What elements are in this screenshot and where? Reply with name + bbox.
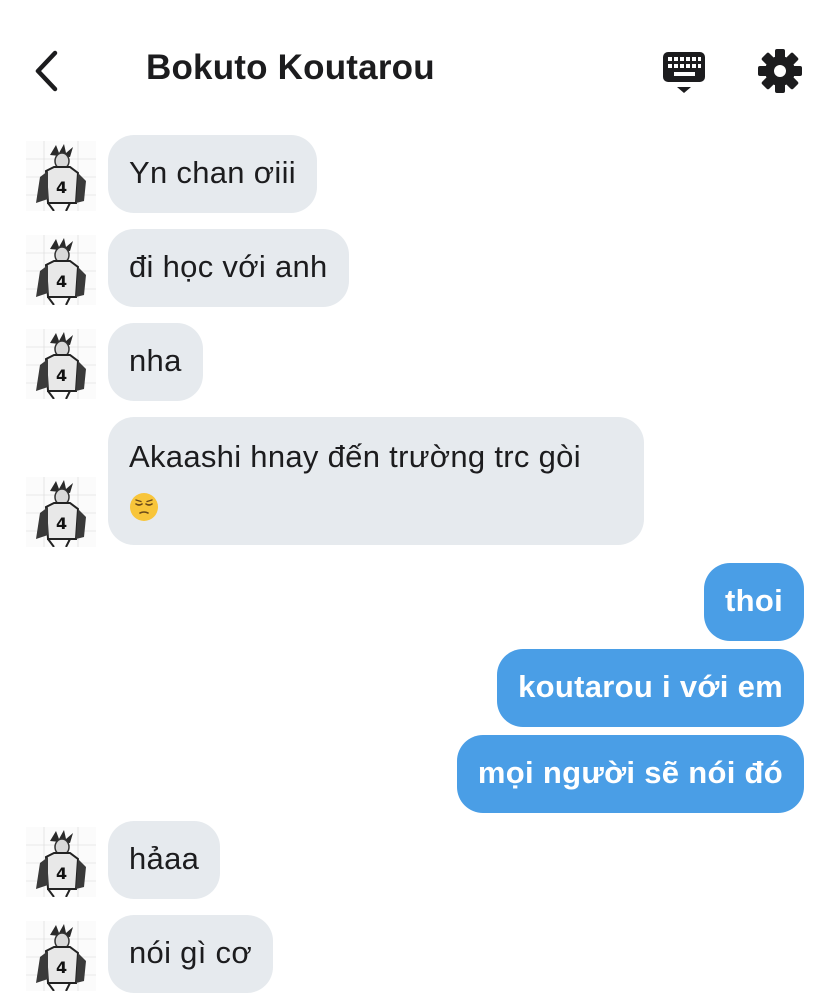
- keyboard-button[interactable]: [660, 48, 710, 96]
- avatar[interactable]: 4: [26, 329, 96, 399]
- pensive-face-emoji: [130, 492, 158, 521]
- message-bubble-incoming[interactable]: Akaashi hnay đến trường trc gòi: [108, 417, 644, 545]
- svg-text:4: 4: [56, 366, 67, 385]
- svg-text:4: 4: [56, 178, 67, 197]
- back-button[interactable]: [24, 46, 68, 96]
- avatar-image: 4: [26, 827, 96, 897]
- message-bubble-incoming[interactable]: hảaa: [108, 821, 221, 899]
- message-bubble-incoming[interactable]: Yn chan ơiii: [108, 135, 317, 213]
- svg-text:4: 4: [56, 958, 67, 977]
- chevron-left-icon: [35, 50, 58, 92]
- svg-text:4: 4: [56, 272, 67, 291]
- message-text: thoi: [724, 583, 783, 618]
- avatar[interactable]: 4: [26, 827, 96, 897]
- message-text: Akaashi hnay đến trường trc gòi: [129, 439, 581, 474]
- gear-icon: [758, 49, 802, 93]
- settings-button[interactable]: [756, 47, 804, 95]
- contact-name: Bokuto Koutarou: [146, 48, 435, 87]
- message-bubble-incoming[interactable]: nói gì cơ: [108, 915, 273, 993]
- message-text: mọi người sẽ nói đó: [477, 755, 783, 790]
- svg-text:4: 4: [56, 514, 67, 533]
- keyboard-icon: [663, 52, 705, 93]
- message-bubble-incoming[interactable]: đi học với anh: [108, 229, 349, 307]
- message-bubble-outgoing[interactable]: mọi người sẽ nói đó: [456, 735, 804, 813]
- avatar[interactable]: 4: [26, 921, 96, 991]
- message-text: nha: [129, 343, 182, 378]
- avatar[interactable]: 4: [26, 477, 96, 547]
- message-text: nói gì cơ: [129, 935, 252, 970]
- avatar-image: 4: [26, 235, 96, 305]
- chat-header: Bokuto Koutarou: [0, 0, 828, 130]
- avatar[interactable]: 4: [26, 141, 96, 211]
- message-text: hảaa: [129, 841, 200, 876]
- message-text: đi học với anh: [129, 249, 328, 284]
- message-text: koutarou i với em: [518, 669, 783, 704]
- avatar-image: 4: [26, 921, 96, 991]
- avatar-image: 4: [26, 141, 96, 211]
- avatar[interactable]: 4: [26, 235, 96, 305]
- avatar-image: 4: [26, 329, 96, 399]
- message-bubble-outgoing[interactable]: thoi: [703, 563, 804, 641]
- message-bubble-outgoing[interactable]: koutarou i với em: [497, 649, 804, 727]
- avatar-image: 4: [26, 477, 96, 547]
- svg-text:4: 4: [56, 864, 67, 883]
- message-text: Yn chan ơiii: [129, 155, 296, 190]
- message-bubble-incoming[interactable]: nha: [108, 323, 203, 401]
